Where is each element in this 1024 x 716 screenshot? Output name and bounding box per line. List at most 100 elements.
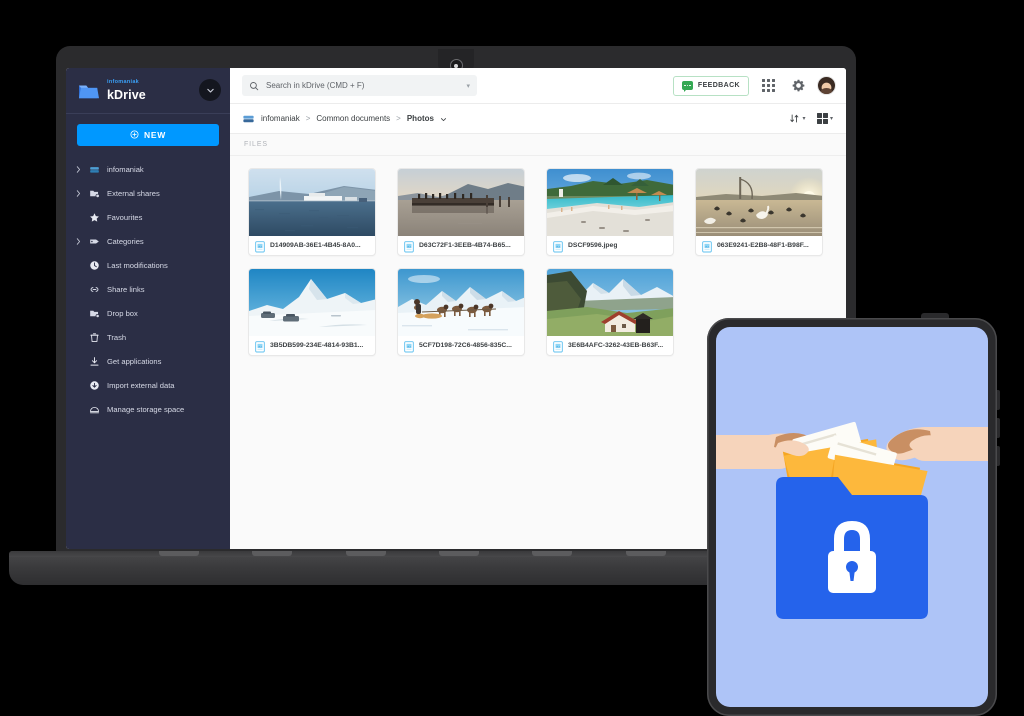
sort-arrows-icon <box>790 114 799 123</box>
brand-header[interactable]: infomaniak kDrive <box>66 68 230 113</box>
file-label-bar: D14909AB-36E1-4B45-8A0... <box>249 236 375 255</box>
caret-down-icon[interactable]: ▾ <box>466 82 470 90</box>
file-thumbnail <box>398 169 524 236</box>
drive-icon <box>88 164 101 175</box>
sidebar-item-categories[interactable]: Categories <box>66 230 230 254</box>
chat-bubble-icon <box>681 81 693 92</box>
file-thumbnail <box>398 269 524 336</box>
chevron-down-icon <box>206 88 214 93</box>
sidebar-item-share-links[interactable]: Share links <box>66 278 230 302</box>
sidebar-item-infomaniak[interactable]: infomaniak <box>66 158 230 182</box>
file-tile[interactable]: 5CF7D198-72C6-4856-835C... <box>397 268 525 356</box>
sidebar: infomaniak kDrive NEW infomaniak Externa… <box>66 68 230 549</box>
apps-grid-icon[interactable] <box>757 75 779 97</box>
sidebar-item-label: Import external data <box>107 381 175 390</box>
file-name: 3B5DB599-234E-4814-93B1... <box>270 342 364 349</box>
sidebar-item-external-shares[interactable]: External shares <box>66 182 230 206</box>
file-label-bar: D63C72F1-3EEB-4B74-B65... <box>398 236 524 255</box>
file-name: D14909AB-36E1-4B45-8A0... <box>270 242 361 249</box>
breadcrumb-item-photos[interactable]: Photos <box>407 114 434 123</box>
file-tile[interactable]: D14909AB-36E1-4B45-8A0... <box>248 168 376 256</box>
sidebar-item-label: Categories <box>107 237 144 246</box>
file-name: 5CF7D198-72C6-4856-835C... <box>419 342 512 349</box>
image-file-icon <box>553 240 563 253</box>
sidebar-item-label: External shares <box>107 189 160 198</box>
clock-icon <box>88 260 101 271</box>
sort-button[interactable]: ▾ <box>786 113 808 124</box>
chevron-right-icon[interactable] <box>74 166 82 173</box>
breadcrumb: infomaniak > Common documents > Photos ▾ <box>230 104 846 134</box>
breadcrumb-separator: > <box>305 114 311 123</box>
file-tile[interactable]: D63C72F1-3EEB-4B74-B65... <box>397 168 525 256</box>
brand-company: infomaniak <box>107 79 140 85</box>
grid-view-icon <box>817 113 828 124</box>
search-input[interactable]: Search in kDrive (CMD + F) ▾ <box>242 75 477 96</box>
image-file-icon <box>404 340 414 353</box>
brand-text: infomaniak kDrive <box>107 79 146 103</box>
breadcrumb-item-common-documents[interactable]: Common documents <box>316 114 390 123</box>
tag-icon <box>88 236 101 247</box>
file-name: 063E9241-E2B8-48F1-B98F... <box>717 242 809 249</box>
sidebar-item-drop-box[interactable]: Drop box <box>66 302 230 326</box>
sidebar-item-trash[interactable]: Trash <box>66 326 230 350</box>
file-thumbnail <box>547 269 673 336</box>
folder-logo-icon <box>78 81 100 101</box>
user-avatar[interactable] <box>817 76 836 95</box>
file-label-bar: 5CF7D198-72C6-4856-835C... <box>398 336 524 355</box>
view-mode-button[interactable]: ▾ <box>814 113 836 124</box>
file-label-bar: 3B5DB599-234E-4814-93B1... <box>249 336 375 355</box>
sidebar-item-label: Last modifications <box>107 261 168 270</box>
file-name: 3E6B4AFC-3262-43EB-B63F... <box>568 342 664 349</box>
new-button-label: NEW <box>144 129 166 140</box>
breadcrumb-item-infomaniak[interactable]: infomaniak <box>261 114 300 123</box>
import-icon <box>88 380 101 391</box>
plus-circle-icon <box>130 130 139 139</box>
image-file-icon <box>255 340 265 353</box>
caret-down-icon: ▾ <box>829 116 833 122</box>
sidebar-item-get-applications[interactable]: Get applications <box>66 350 230 374</box>
sidebar-item-manage-storage-space[interactable]: Manage storage space <box>66 398 230 422</box>
file-tile[interactable]: 3B5DB599-234E-4814-93B1... <box>248 268 376 356</box>
sidebar-divider <box>66 112 230 114</box>
search-icon <box>250 81 259 90</box>
file-tile[interactable]: 3E6B4AFC-3262-43EB-B63F... <box>546 268 674 356</box>
storage-icon <box>88 404 101 415</box>
feedback-button[interactable]: FEEDBACK <box>672 75 749 96</box>
trash-icon <box>88 332 101 343</box>
star-icon <box>88 212 101 223</box>
file-thumbnail <box>547 169 673 236</box>
tablet-body <box>707 318 997 716</box>
files-section-header: FILES <box>230 134 846 156</box>
dropbox-folder-icon <box>88 308 101 319</box>
sidebar-item-label: Get applications <box>107 357 162 366</box>
file-thumbnail <box>696 169 822 236</box>
file-tile[interactable]: 063E9241-E2B8-48F1-B98F... <box>695 168 823 256</box>
sidebar-item-import-external-data[interactable]: Import external data <box>66 374 230 398</box>
gear-icon[interactable] <box>787 75 809 97</box>
breadcrumb-separator: > <box>396 114 401 123</box>
chevron-right-icon[interactable] <box>74 190 82 197</box>
image-file-icon <box>553 340 563 353</box>
sidebar-item-last-modifications[interactable]: Last modifications <box>66 254 230 278</box>
feedback-label: FEEDBACK <box>697 82 740 89</box>
image-file-icon <box>255 240 265 253</box>
tablet-screen <box>716 327 988 707</box>
sidebar-nav: infomaniak External shares Favourites Ca… <box>66 158 230 422</box>
image-file-icon <box>702 240 712 253</box>
external-share-icon <box>88 188 101 199</box>
chevron-down-icon[interactable] <box>440 110 447 128</box>
file-thumbnail <box>249 169 375 236</box>
account-chevron-button[interactable] <box>199 79 221 101</box>
sidebar-item-label: Trash <box>107 333 127 342</box>
tablet-device <box>707 313 1000 716</box>
sidebar-item-favourites[interactable]: Favourites <box>66 206 230 230</box>
file-label-bar: 063E9241-E2B8-48F1-B98F... <box>696 236 822 255</box>
drive-icon <box>242 112 255 125</box>
chevron-right-icon[interactable] <box>74 238 82 245</box>
files-section-label: FILES <box>244 141 268 148</box>
sidebar-item-label: Drop box <box>107 309 138 318</box>
file-tile[interactable]: DSCF9596.jpeg <box>546 168 674 256</box>
download-icon <box>88 356 101 367</box>
sidebar-item-label: Manage storage space <box>107 405 185 414</box>
new-button[interactable]: NEW <box>77 123 219 146</box>
